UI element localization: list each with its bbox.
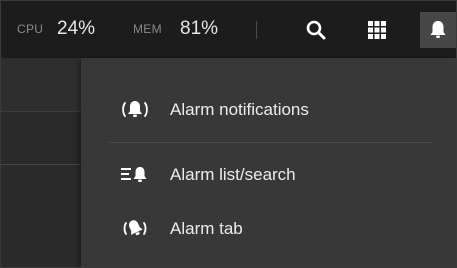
top-bar: CPU 24% MEM 81%	[1, 1, 456, 58]
menu-item-label: Alarm tab	[170, 219, 243, 238]
menu-item-label: Alarm notifications	[170, 100, 309, 119]
mem-label: MEM	[133, 22, 162, 36]
bell-icon	[430, 21, 446, 38]
background-panel-row	[1, 58, 81, 112]
apps-grid-icon	[368, 21, 386, 39]
alarm-bell-button[interactable]	[420, 12, 456, 48]
cpu-label: CPU	[17, 22, 44, 36]
menu-item-alarm-notifications[interactable]: Alarm notifications	[81, 90, 456, 130]
apps-button[interactable]	[361, 14, 393, 46]
background-panel-row	[1, 112, 81, 165]
app-window: CPU 24% MEM 81% Alarm notifications Alar…	[0, 0, 457, 268]
menu-item-label: Alarm list/search	[170, 165, 296, 184]
background-panel-row	[1, 165, 81, 267]
cpu-value: 24%	[57, 18, 96, 39]
alarm-dropdown-menu: Alarm notifications Alarm list/search Al…	[81, 58, 456, 267]
search-button[interactable]	[300, 14, 332, 46]
alarm-tab-icon	[117, 217, 153, 241]
mem-value: 81%	[180, 18, 219, 39]
alarm-ringing-icon	[117, 98, 153, 122]
menu-divider	[109, 142, 431, 143]
search-icon	[306, 20, 326, 40]
menu-item-alarm-list-search[interactable]: Alarm list/search	[81, 155, 456, 195]
alarm-list-icon	[117, 163, 153, 187]
menu-item-alarm-tab[interactable]: Alarm tab	[81, 209, 456, 249]
topbar-divider	[256, 21, 257, 39]
